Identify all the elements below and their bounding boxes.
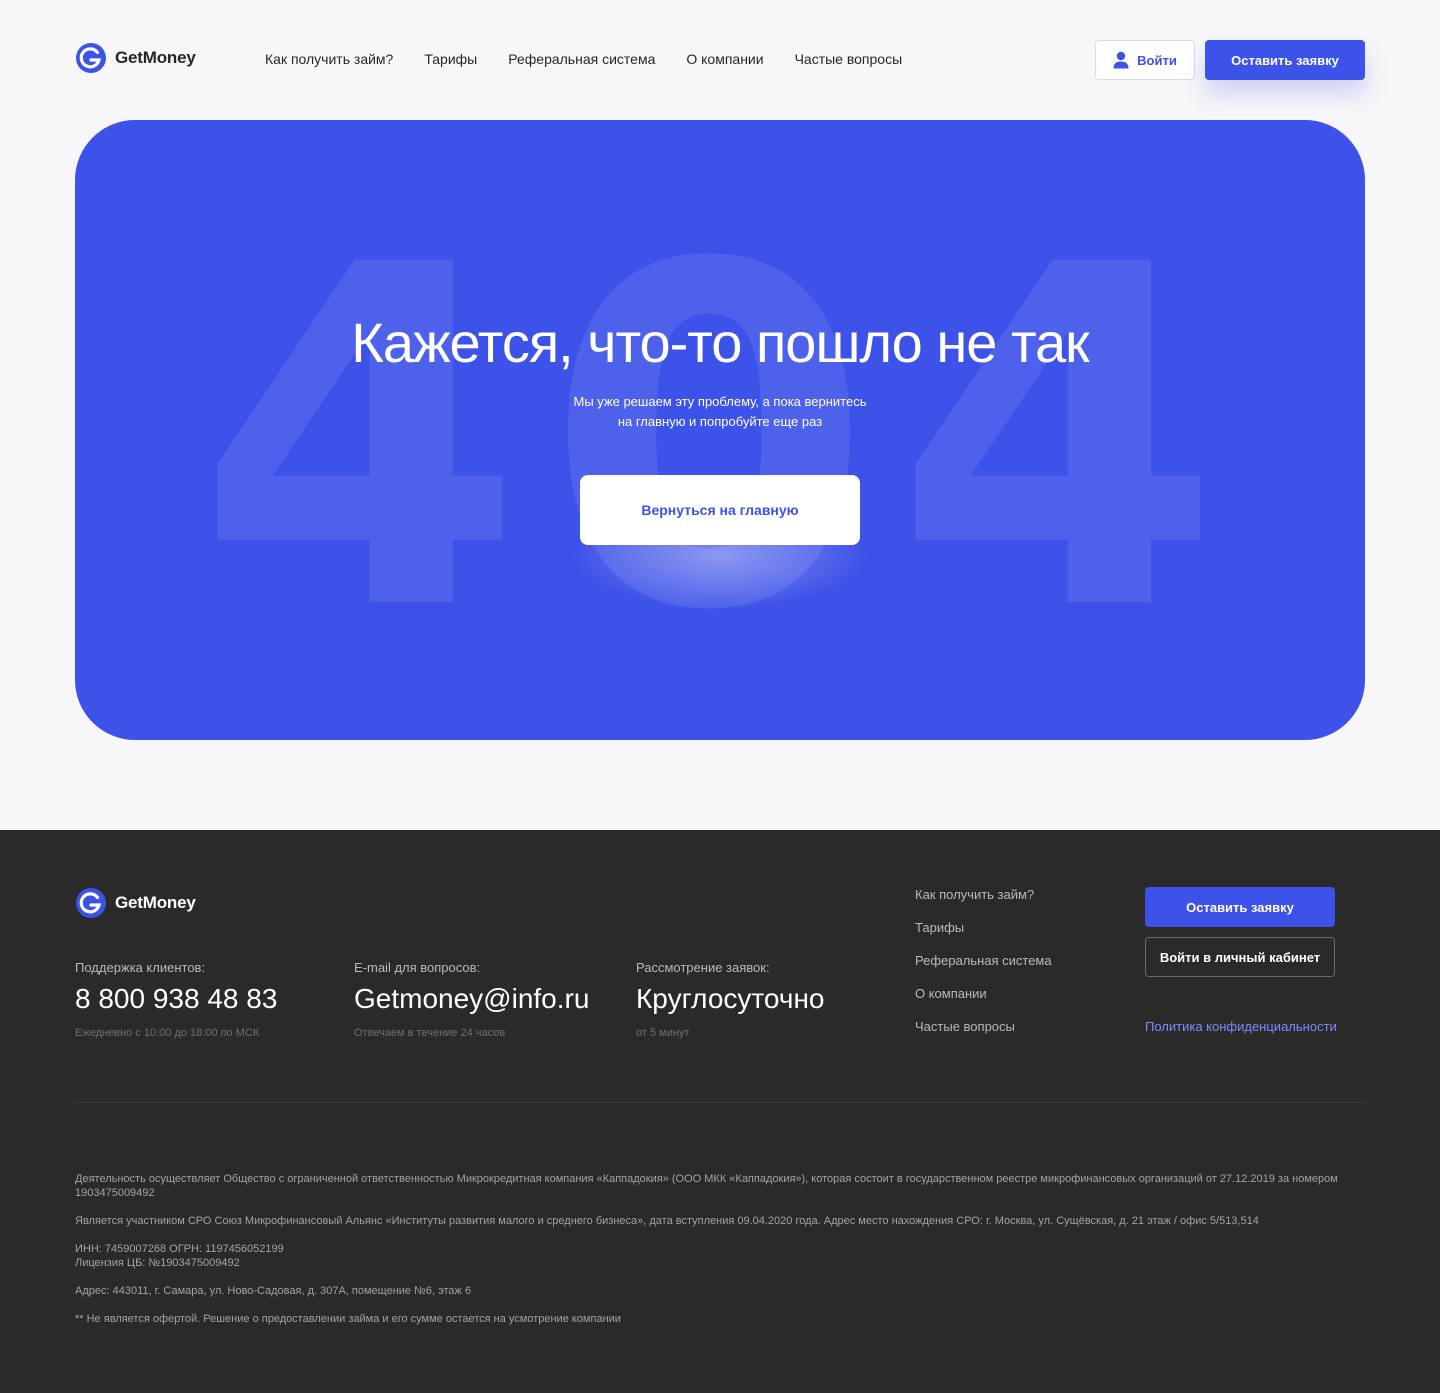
login-label: Войти <box>1137 52 1177 68</box>
brand-name: GetMoney <box>115 893 196 912</box>
legal-info: Деятельность осуществляет Общество с огр… <box>75 1172 1365 1340</box>
privacy-policy-link[interactable]: Политика конфиденциальности <box>1145 1019 1337 1034</box>
footer-nav-faq[interactable]: Частые вопросы <box>915 1019 1052 1035</box>
error-hero: 404 Кажется, что-то пошло не так Мы уже … <box>75 120 1365 740</box>
error-subtitle-line-1: Мы уже решаем эту проблему, а пока верни… <box>573 394 867 409</box>
main-nav: Как получить займ? Тарифы Реферальная си… <box>265 50 902 68</box>
header-logo[interactable]: GetMoney <box>75 42 196 74</box>
footer-nav: Как получить займ? Тарифы Реферальная си… <box>915 887 1052 1035</box>
error-subtitle-line-2: на главную и попробуйте еще раз <box>617 414 823 429</box>
footer-nav-how-to-get-loan[interactable]: Как получить займ? <box>915 887 1052 903</box>
support-hours: Ежедневно с 10:00 до 18:00 по МСК <box>75 1027 260 1039</box>
footer-nav-referral[interactable]: Реферальная система <box>915 953 1052 969</box>
nav-how-to-get-loan[interactable]: Как получить займ? <box>265 50 393 68</box>
nav-about[interactable]: О компании <box>686 50 763 68</box>
nav-faq[interactable]: Частые вопросы <box>795 50 903 68</box>
email-address[interactable]: Getmoney@info.ru <box>354 982 589 1016</box>
back-home-button[interactable]: Вернуться на главную <box>580 475 860 545</box>
email-contact: E-mail для вопросов: Getmoney@info.ru От… <box>354 960 589 1040</box>
review-schedule: Круглосуточно <box>636 983 825 1014</box>
review-info: Рассмотрение заявок: Круглосуточно от 5 … <box>636 960 824 1040</box>
support-label: Поддержка клиентов: <box>75 960 206 975</box>
legal-ids: ИНН: 7459007268 ОГРН: 1197456052199 Лице… <box>75 1242 1365 1270</box>
user-icon <box>1113 51 1129 69</box>
footer-nav-about[interactable]: О компании <box>915 986 1052 1002</box>
site-footer: GetMoney Поддержка клиентов: 8 800 938 4… <box>0 830 1440 1393</box>
footer-divider <box>75 1102 1365 1103</box>
brand-name: GetMoney <box>115 48 196 67</box>
footer-nav-tariffs[interactable]: Тарифы <box>915 920 1052 936</box>
error-title: Кажется, что-то пошло не так <box>351 311 1089 374</box>
login-button[interactable]: Войти <box>1095 40 1195 80</box>
apply-button-footer[interactable]: Оставить заявку <box>1145 887 1335 927</box>
email-label: E-mail для вопросов: <box>354 960 481 975</box>
review-time: от 5 минут <box>636 1027 690 1039</box>
nav-referral[interactable]: Реферальная система <box>508 50 655 68</box>
site-header: GetMoney Как получить займ? Тарифы Рефер… <box>0 0 1440 120</box>
getmoney-logo-icon <box>76 888 106 918</box>
cabinet-login-button[interactable]: Войти в личный кабинет <box>1145 937 1335 977</box>
review-label: Рассмотрение заявок: <box>636 960 770 975</box>
support-phone[interactable]: 8 800 938 48 83 <box>75 982 277 1016</box>
nav-tariffs[interactable]: Тарифы <box>424 50 477 68</box>
legal-sro-info: Является участником СРО Союз Микрофинанс… <box>75 1215 1259 1227</box>
legal-inn-ogrn: ИНН: 7459007268 ОГРН: 1197456052199 <box>75 1243 284 1255</box>
footer-logo[interactable]: GetMoney <box>75 887 196 919</box>
legal-license: Лицензия ЦБ: №1903475009492 <box>75 1257 240 1269</box>
getmoney-logo-icon <box>76 43 106 73</box>
error-subtitle: Мы уже решаем эту проблему, а пока верни… <box>520 392 920 432</box>
legal-company-info: Деятельность осуществляет Общество с огр… <box>75 1173 1338 1199</box>
legal-disclaimer: ** Не является офертой. Решение о предос… <box>75 1313 621 1325</box>
support-contact: Поддержка клиентов: 8 800 938 48 83 Ежед… <box>75 960 277 1040</box>
apply-button-header[interactable]: Оставить заявку <box>1205 40 1365 80</box>
email-response-time: Отвечаем в течение 24 часов <box>354 1027 506 1039</box>
legal-address: Адрес: 443011, г. Самара, ул. Ново-Садов… <box>75 1285 472 1297</box>
